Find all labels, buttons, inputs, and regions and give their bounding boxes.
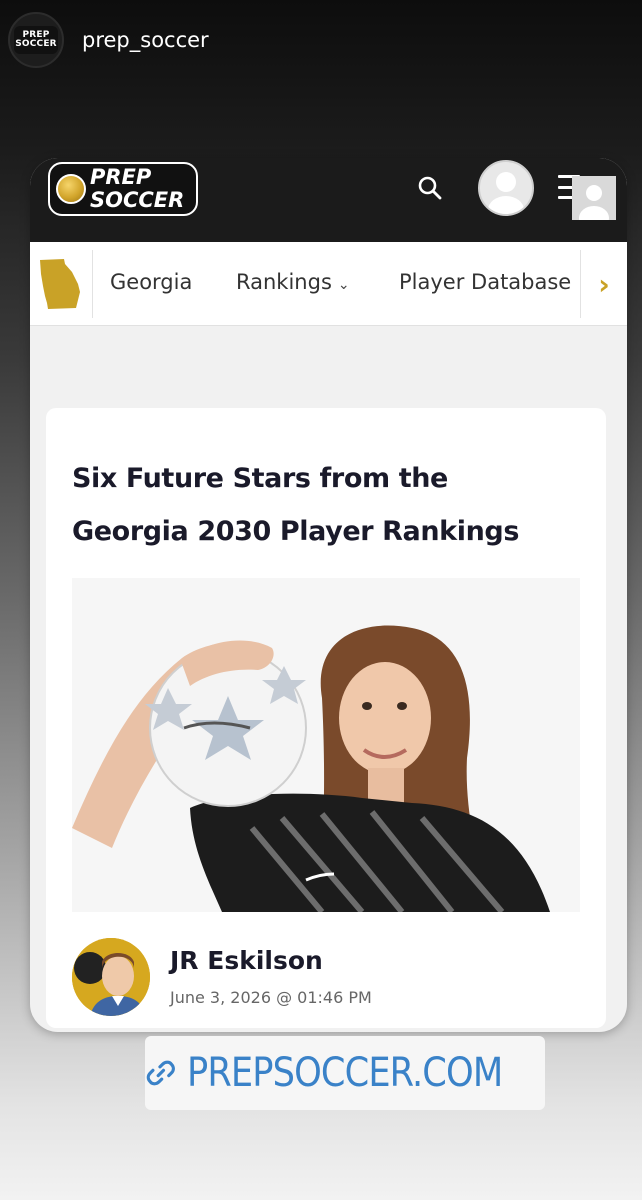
site-logo-line1: PREP [90,165,152,189]
website-preview-card[interactable]: PREP SOCCER Georgia Rankings ⌄ Player Da… [30,158,627,1032]
player-with-soccer-ball-photo [72,578,580,912]
link-sticker-label: PREPSOCCER.COM [186,1050,503,1096]
nav-item-rankings-label: Rankings [236,270,332,294]
site-header: PREP SOCCER [30,158,627,242]
article-title[interactable]: Six Future Stars from the Georgia 2030 P… [72,452,572,558]
link-icon [146,1060,175,1086]
article-hero-image[interactable] [72,578,580,912]
nav-item-georgia[interactable]: Georgia [110,270,192,294]
site-logo-text: PREP SOCCER [90,166,184,212]
article-card[interactable]: Six Future Stars from the Georgia 2030 P… [46,408,606,1028]
chevron-right-icon[interactable]: › [592,264,616,304]
site-logo[interactable]: PREP SOCCER [48,162,198,216]
mini-logo-line2: SOCCER [15,39,57,49]
profile-thumbnail[interactable] [572,176,616,220]
article-title-line1: Six Future Stars from the [72,463,448,494]
prep-soccer-mini-logo: PREP SOCCER [14,26,58,54]
user-account-button[interactable] [478,160,534,216]
site-logo-line2: SOCCER [90,188,185,212]
author-photo [72,938,150,1016]
site-nav-bar: Georgia Rankings ⌄ Player Database › [30,242,627,326]
article-title-line2: Georgia 2030 Player Rankings [72,516,520,547]
story-header: PREP SOCCER prep_soccer [0,0,642,82]
search-icon [418,176,442,200]
story-username[interactable]: prep_soccer [82,28,209,52]
author-avatar[interactable] [72,938,150,1016]
article-date: June 3, 2026 @ 01:46 PM [170,988,372,1007]
soccer-ball-logo-icon [56,174,86,204]
nav-divider [92,250,93,318]
story-account-avatar[interactable]: PREP SOCCER [8,12,64,68]
user-avatar-icon [488,172,524,214]
chevron-down-icon: ⌄ [337,277,350,293]
link-sticker[interactable]: PREPSOCCER.COM [145,1036,545,1110]
nav-item-rankings[interactable]: Rankings ⌄ [236,270,350,294]
georgia-state-icon[interactable] [34,256,84,312]
author-name[interactable]: JR Eskilson [170,946,323,975]
profile-thumbnail-icon [579,185,609,220]
nav-item-player-database[interactable]: Player Database [399,270,571,294]
search-button[interactable] [414,172,446,204]
nav-divider [580,250,581,318]
